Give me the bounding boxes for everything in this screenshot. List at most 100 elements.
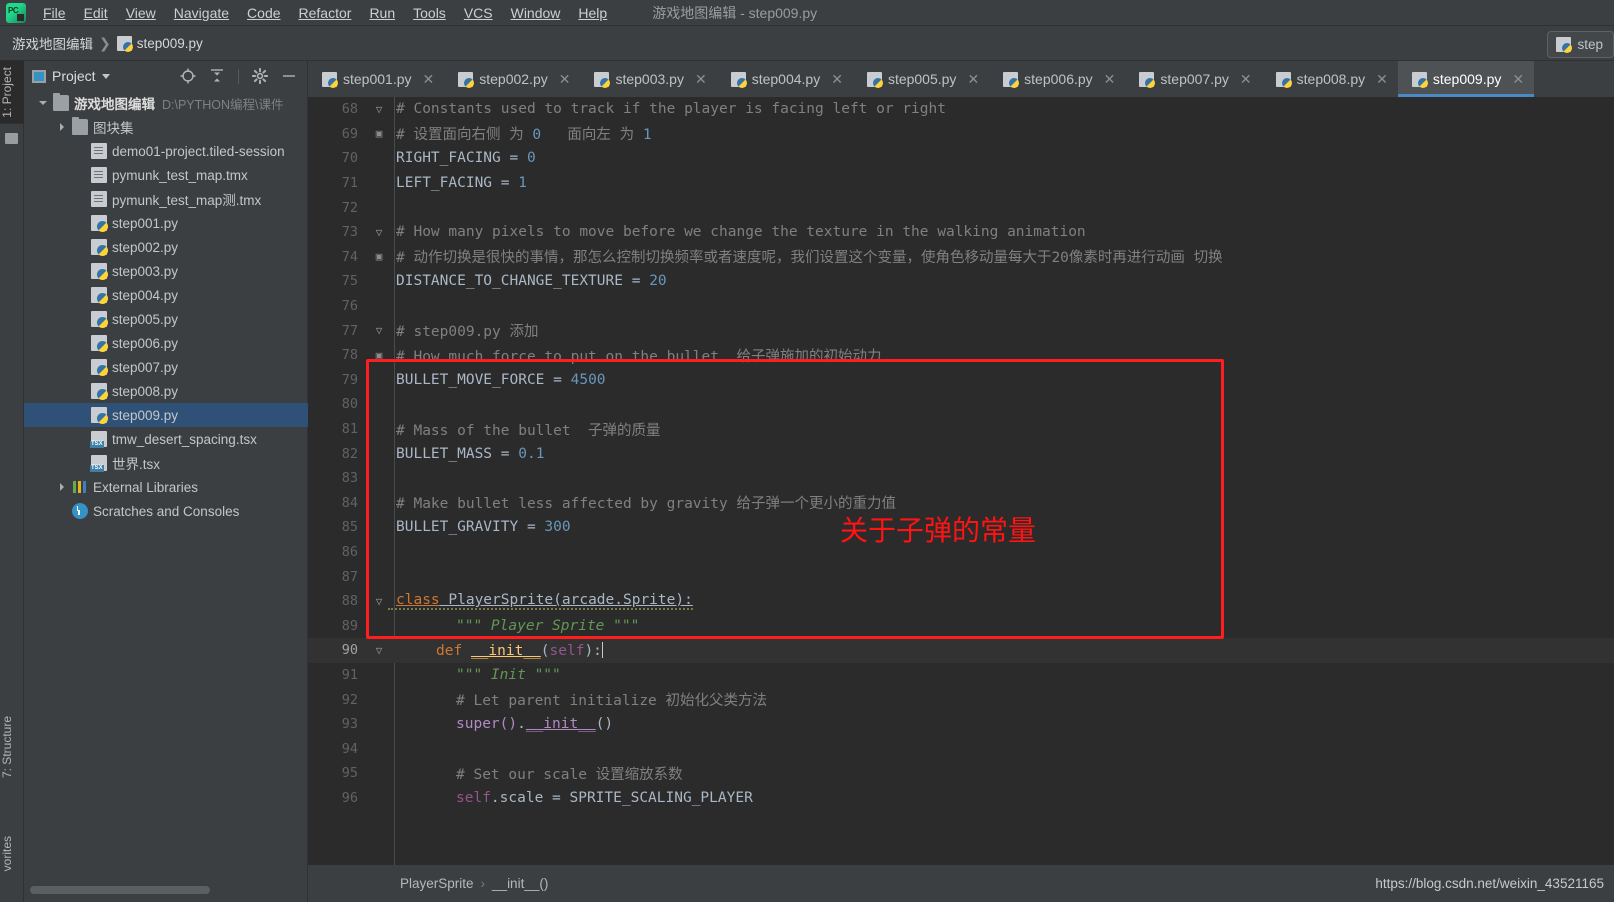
breadcrumb-project[interactable]: 游戏地图编辑 [12,33,93,53]
chevron-right-icon[interactable] [57,481,69,493]
menu-help[interactable]: Help [569,2,616,24]
tree-item-step004.py[interactable]: step004.py [24,283,308,307]
chevron-down-icon[interactable] [38,97,50,109]
menu-view[interactable]: View [117,2,165,24]
tree-item-step006.py[interactable]: step006.py [24,331,308,355]
code-line[interactable]: 82 BULLET_MASS = 0.1 [308,441,1614,466]
close-icon[interactable]: ✕ [695,71,707,88]
code-line[interactable]: 88 ▽ class PlayerSprite(arcade.Sprite): [308,589,1614,614]
code-editor[interactable]: 68 ▽ # Constants used to track if the play… [308,97,1614,865]
menu-navigate[interactable]: Navigate [165,2,238,24]
code-line[interactable]: 94 [308,736,1614,761]
tree-item-pymunk_test_map测.tmx[interactable]: pymunk_test_map测.tmx [24,187,308,211]
tree-item-step005.py[interactable]: step005.py [24,307,308,331]
editor-tab-step001.py[interactable]: step001.py ✕ [308,61,444,97]
tree-item-step007.py[interactable]: step007.py [24,355,308,379]
code-line[interactable]: 91 """ Init """ [308,663,1614,688]
editor-tab-step007.py[interactable]: step007.py ✕ [1125,61,1261,97]
tree-item-tmw_desert_spacing.tsx[interactable]: tmw_desert_spacing.tsx [24,427,308,451]
code-line[interactable]: 96 self.scale = SPRITE_SCALING_PLAYER [308,786,1614,811]
editor-tab-step003.py[interactable]: step003.py ✕ [580,61,716,97]
menu-file[interactable]: File [34,2,75,24]
code-line[interactable]: 73 ▽ # How many pixels to move before we c… [308,220,1614,245]
tree-item-世界.tsx[interactable]: 世界.tsx [24,451,308,475]
menu-run[interactable]: Run [360,2,404,24]
fold-marker-icon[interactable]: ▽ [370,226,388,239]
code-line[interactable]: 79 BULLET_MOVE_FORCE = 4500 [308,368,1614,393]
close-icon[interactable]: ✕ [831,71,843,88]
code-line[interactable]: 95 # Set our scale 设置缩放系数 [308,761,1614,786]
code-line[interactable]: 75 DISTANCE_TO_CHANGE_TEXTURE = 20 [308,269,1614,294]
tool-window-tab-structure[interactable]: 7: Structure [0,716,24,778]
minimize-icon[interactable] [281,68,297,84]
code-content[interactable]: 68 ▽ # Constants used to track if the play… [308,97,1614,810]
tree-item-step003.py[interactable]: step003.py [24,259,308,283]
code-line[interactable]: 89 """ Player Sprite """ [308,613,1614,638]
editor-tab-step002.py[interactable]: step002.py ✕ [444,61,580,97]
fold-marker-icon[interactable]: ▽ [370,644,388,657]
tree-item-Scratches and Consoles[interactable]: Scratches and Consoles [24,499,308,523]
breadcrumb-method[interactable]: __init__() [492,876,548,891]
editor-tab-step004.py[interactable]: step004.py ✕ [717,61,853,97]
code-line[interactable]: 81 # Mass of the bullet 子弹的质量 [308,417,1614,442]
breadcrumb-class[interactable]: PlayerSprite [400,876,474,891]
collapse-all-icon[interactable] [209,68,225,84]
code-line[interactable]: 87 [308,564,1614,589]
tree-item-demo01-project.tiled-session[interactable]: demo01-project.tiled-session [24,139,308,163]
editor-tab-step005.py[interactable]: step005.py ✕ [853,61,989,97]
tree-item-step002.py[interactable]: step002.py [24,235,308,259]
project-tree[interactable]: 游戏地图编辑 D:\PYTHON编程\课件 图块集 demo01-project.ti… [24,91,308,874]
code-line[interactable]: 80 [308,392,1614,417]
tree-item-step008.py[interactable]: step008.py [24,379,308,403]
fold-marker-icon[interactable]: ▣ [370,250,388,263]
breadcrumb-file[interactable]: step009.py [116,35,203,52]
code-line[interactable]: 70 RIGHT_FACING = 0 [308,146,1614,171]
fold-marker-icon[interactable]: ▣ [370,349,388,362]
code-line[interactable]: 71 LEFT_FACING = 1 [308,171,1614,196]
chevron-down-icon[interactable] [101,73,110,79]
tree-item-pymunk_test_map.tmx[interactable]: pymunk_test_map.tmx [24,163,308,187]
fold-marker-icon[interactable]: ▽ [370,595,388,608]
code-line-current[interactable]: 90 ▽ def __init__(self): [308,638,1614,663]
menu-window[interactable]: Window [502,2,570,24]
menu-edit[interactable]: Edit [75,2,117,24]
editor-tab-step006.py[interactable]: step006.py ✕ [989,61,1125,97]
tree-item-step001.py[interactable]: step001.py [24,211,308,235]
tool-window-tab-project[interactable]: 1: Project [0,61,24,124]
project-horizontal-scrollbar[interactable] [30,886,210,894]
code-line[interactable]: 92 # Let parent initialize 初始化父类方法 [308,687,1614,712]
code-line[interactable]: 83 [308,466,1614,491]
code-line[interactable]: 76 [308,294,1614,319]
code-line[interactable]: 72 [308,195,1614,220]
close-icon[interactable]: ✕ [1240,71,1252,88]
close-icon[interactable]: ✕ [559,71,571,88]
fold-marker-icon[interactable]: ▽ [370,103,388,116]
code-line[interactable]: 77 ▽ # step009.py 添加 [308,318,1614,343]
close-icon[interactable]: ✕ [967,71,979,88]
close-icon[interactable]: ✕ [1104,71,1116,88]
chevron-right-icon[interactable] [57,121,69,133]
editor-tab-step009.py[interactable]: step009.py ✕ [1397,61,1535,97]
menu-code[interactable]: Code [238,2,289,24]
close-icon[interactable]: ✕ [1512,71,1524,88]
code-line[interactable]: 69 ▣ # 设置面向右侧 为 0 面向左 为 1 [308,122,1614,147]
code-line[interactable]: 78 ▣ # How much force to put on the bullet… [308,343,1614,368]
folder-icon[interactable] [5,133,18,144]
run-configuration-selector[interactable]: step [1547,31,1614,58]
editor-tab-step008.py[interactable]: step008.py ✕ [1262,61,1398,97]
menu-tools[interactable]: Tools [404,2,455,24]
tree-item-游戏地图编辑[interactable]: 游戏地图编辑 D:\PYTHON编程\课件 [24,91,308,115]
menu-vcs[interactable]: VCS [455,2,502,24]
tool-window-tab-favorites[interactable]: vorites [0,836,24,871]
close-icon[interactable]: ✕ [1376,71,1388,88]
tree-item-图块集[interactable]: 图块集 [24,115,308,139]
code-line[interactable]: 68 ▽ # Constants used to track if the play… [308,97,1614,122]
code-line[interactable]: 74 ▣ # 动作切换是很快的事情，那怎么控制切换频率或者速度呢，我们设置这个变量，… [308,245,1614,270]
tree-item-step009.py[interactable]: step009.py [24,403,308,427]
fold-marker-icon[interactable]: ▽ [370,324,388,337]
code-line[interactable]: 93 super().__init__() [308,712,1614,737]
locate-icon[interactable] [180,68,196,84]
close-icon[interactable]: ✕ [423,71,435,88]
tree-item-External Libraries[interactable]: External Libraries [24,475,308,499]
fold-marker-icon[interactable]: ▣ [370,127,388,140]
